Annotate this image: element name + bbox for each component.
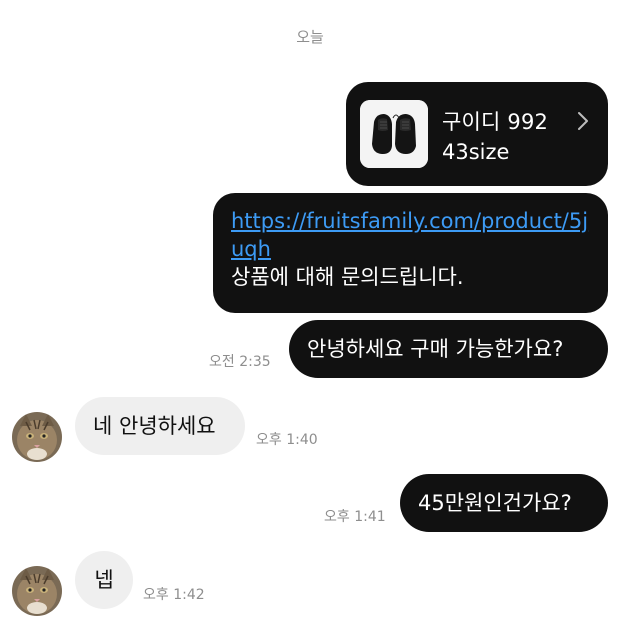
avatar[interactable] <box>12 412 62 462</box>
cat-avatar-image <box>12 566 62 616</box>
avatar[interactable] <box>12 566 62 616</box>
product-title: 구이디 992 <box>442 110 549 134</box>
cat-avatar-image <box>12 412 62 462</box>
outgoing-message: 안녕하세요 구매 가능한가요? <box>289 320 608 378</box>
incoming-message: 네 안녕하세요 <box>75 397 245 455</box>
date-separator: 오늘 <box>296 28 324 46</box>
message-timestamp: 오후 1:40 <box>256 432 318 448</box>
chat-thread: 오늘 구이디 992 43size https://fruitsfamily.c <box>0 0 620 620</box>
message-timestamp: 오후 1:42 <box>143 587 205 603</box>
shoes-photo <box>360 100 428 168</box>
link-message-bubble: https://fruitsfamily.com/product/5juqh 상… <box>213 193 608 313</box>
incoming-message: 넵 <box>75 551 133 609</box>
message-timestamp: 오후 1:41 <box>324 509 386 525</box>
chevron-right-icon[interactable] <box>576 110 590 132</box>
product-card[interactable]: 구이디 992 43size <box>346 82 608 186</box>
product-thumbnail[interactable] <box>360 100 428 168</box>
product-size: 43size <box>442 140 510 164</box>
product-link[interactable]: https://fruitsfamily.com/product/5juqh <box>231 207 593 263</box>
message-timestamp: 오전 2:35 <box>209 354 271 370</box>
outgoing-message: 45만원인건가요? <box>400 474 608 532</box>
link-message-text: 상품에 대해 문의드립니다. <box>231 265 464 289</box>
